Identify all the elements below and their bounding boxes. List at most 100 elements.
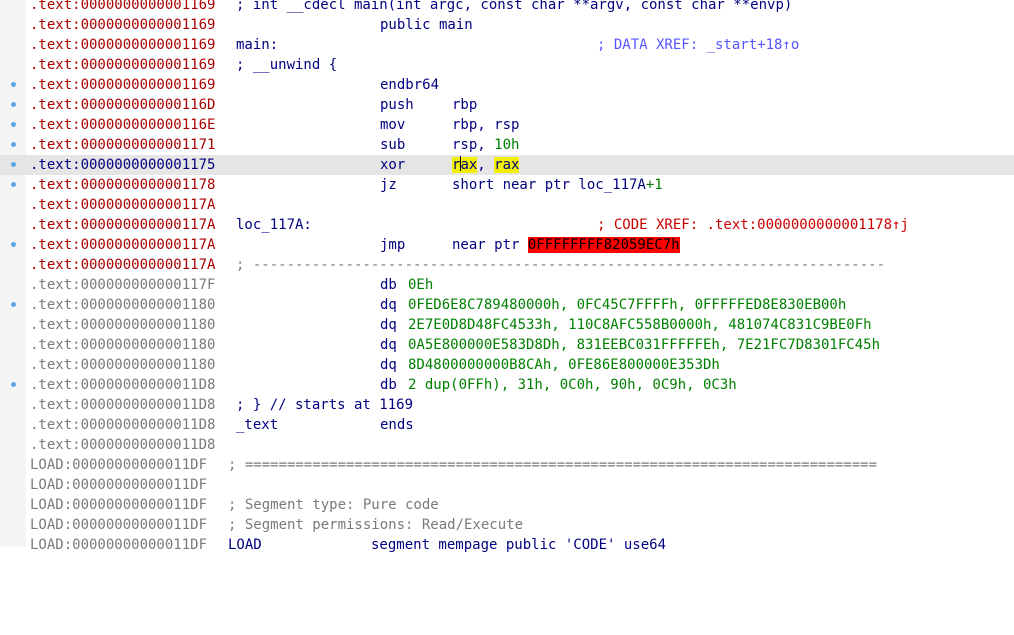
label-loc-117a[interactable]: loc_117A: [236, 215, 312, 235]
function-prototype-comment: ; int __cdecl main(int argc, const char … [236, 0, 793, 13]
data-directive: dq [380, 357, 397, 373]
listing-line[interactable]: .text:0000000000001180 dq 0A5E800000E583… [0, 335, 1014, 355]
listing-line[interactable]: .text:000000000000117A ; ---------------… [0, 255, 1014, 275]
invalid-target-address[interactable]: 0FFFFFFFF82059EC7h [527, 237, 680, 253]
listing-line[interactable]: .text:00000000000011D8 [0, 435, 1014, 455]
data-values: 2 dup(0FFh), 31h, 0C0h, 90h, 0C9h, 0C3h [408, 377, 737, 393]
line-address: .text:000000000000117A [30, 217, 216, 233]
line-address: .text:000000000000117A [30, 257, 216, 273]
listing-line[interactable]: .text:0000000000001171 sub rsp, 10h [0, 135, 1014, 155]
breakpoint-dot-icon[interactable] [11, 302, 16, 307]
data-directive: db [380, 277, 397, 293]
listing-line[interactable]: .text:000000000000117A loc_117A: ; CODE … [0, 215, 1014, 235]
segment-permissions-comment: ; Segment permissions: Read/Execute [228, 517, 524, 533]
data-directive: dq [380, 297, 397, 313]
data-values: 0A5E800000E583D8Dh, 831EEBC031FFFFFEh, 7… [408, 337, 881, 353]
breakpoint-dot-icon[interactable] [11, 382, 16, 387]
data-directive: db [380, 377, 397, 393]
listing-line[interactable]: .text:0000000000001169 endbr64 [0, 75, 1014, 95]
line-address: LOAD:00000000000011DF [30, 457, 208, 473]
segment-ends-directive: ends [380, 417, 414, 433]
listing-line[interactable]: .text:0000000000001169 main: ; DATA XREF… [0, 35, 1014, 55]
line-address: .text:000000000000117F [30, 277, 216, 293]
segment-name[interactable]: _text [236, 415, 278, 435]
listing-line[interactable]: .text:0000000000001180 dq 2E7E0D8D48FC45… [0, 315, 1014, 335]
breakpoint-dot-icon[interactable] [11, 182, 16, 187]
listing-line[interactable]: .text:0000000000001169 ; int __cdecl mai… [0, 0, 1014, 15]
line-address: .text:0000000000001171 [30, 137, 216, 153]
unwind-end-marker: ; } // starts at 1169 [236, 397, 414, 413]
line-address: .text:0000000000001180 [30, 297, 216, 313]
line-address: .text:00000000000011D8 [30, 417, 216, 433]
data-xref-comment[interactable]: ; DATA XREF: _start+18↑o [597, 35, 799, 55]
line-address: .text:000000000000117A [30, 237, 216, 253]
breakpoint-dot-icon[interactable] [11, 102, 16, 107]
listing-line[interactable]: .text:000000000000117A jmp near ptr 0FFF… [0, 235, 1014, 255]
listing-line[interactable]: .text:0000000000001169 public main [0, 15, 1014, 35]
breakpoint-dot-icon[interactable] [11, 162, 16, 167]
line-address: LOAD:00000000000011DF [30, 477, 208, 493]
listing-line[interactable]: LOAD:00000000000011DF LOAD segment mempa… [0, 535, 1014, 555]
listing-line[interactable]: .text:0000000000001180 dq 8D4800000000B8… [0, 355, 1014, 375]
code-xref-comment[interactable]: ; CODE XREF: .text:0000000000001178↑j [597, 215, 909, 235]
listing-line[interactable]: .text:000000000000116D push rbp [0, 95, 1014, 115]
listing-line[interactable]: .text:0000000000001178 jz short near ptr… [0, 175, 1014, 195]
segment-directive: segment mempage public 'CODE' use64 [371, 537, 667, 553]
line-address: .text:0000000000001178 [30, 177, 216, 193]
listing-line[interactable]: .text:00000000000011D8 ; } // starts at … [0, 395, 1014, 415]
data-values: 0FED6E8C789480000h, 0FC45C7FFFFh, 0FFFFF… [408, 297, 847, 313]
operand-register[interactable]: rsp, [452, 137, 494, 153]
listing-line[interactable]: LOAD:00000000000011DF [0, 475, 1014, 495]
listing-line[interactable]: .text:000000000000117A [0, 195, 1014, 215]
line-address: LOAD:00000000000011DF [30, 537, 208, 553]
listing-line[interactable]: .text:000000000000117F db 0Eh [0, 275, 1014, 295]
data-directive: dq [380, 317, 397, 333]
listing-line[interactable]: .text:0000000000001169 ; __unwind { [0, 55, 1014, 75]
listing-line[interactable]: .text:00000000000011D8 db 2 dup(0FFh), 3… [0, 375, 1014, 395]
operand-register-highlighted[interactable]: rax [452, 156, 478, 173]
instruction-operands: short near ptr loc_117A+1 [452, 175, 663, 195]
instruction-operands: rbp [452, 97, 478, 113]
segment-separator-line: ; ======================================… [228, 457, 878, 473]
line-address: .text:0000000000001169 [30, 17, 216, 33]
instruction-mnemonic: mov [380, 117, 406, 133]
listing-line[interactable]: .text:000000000000116E mov rbp, rsp [0, 115, 1014, 135]
instruction-operands: rsp, 10h [452, 135, 519, 155]
line-address: .text:00000000000011D8 [30, 397, 216, 413]
breakpoint-dot-icon[interactable] [11, 122, 16, 127]
instruction-operands: near ptr 0FFFFFFFF82059EC7h [452, 235, 680, 255]
current-listing-line[interactable]: .text:0000000000001175 xor rax, rax [0, 155, 1014, 175]
listing-line[interactable]: LOAD:00000000000011DF ; ================… [0, 455, 1014, 475]
line-address: .text:00000000000011D8 [30, 437, 216, 453]
breakpoint-dot-icon[interactable] [11, 82, 16, 87]
line-address: .text:000000000000116D [30, 97, 216, 113]
label-main[interactable]: main: [236, 35, 278, 55]
operand-register-highlighted[interactable]: rax [494, 157, 520, 173]
operand-separator: , [477, 157, 495, 173]
instruction-mnemonic: xor [380, 157, 406, 173]
line-address: .text:00000000000011D8 [30, 377, 216, 393]
data-values: 8D4800000000B8CAh, 0FE86E800000E353Dh [408, 357, 720, 373]
line-address: .text:000000000000116E [30, 117, 216, 133]
operand-immediate: +1 [645, 177, 663, 193]
listing-line[interactable]: .text:00000000000011D8 _text ends [0, 415, 1014, 435]
disassembly-listing[interactable]: .text:0000000000001169 ; int __cdecl mai… [0, 0, 1014, 555]
breakpoint-dot-icon[interactable] [11, 142, 16, 147]
segment-name[interactable]: LOAD [228, 535, 262, 555]
data-values: 2E7E0D8D48FC4533h, 110C8AFC558B0000h, 48… [408, 317, 872, 333]
instruction-operands: rbp, rsp [452, 117, 520, 133]
listing-line[interactable]: LOAD:00000000000011DF ; Segment type: Pu… [0, 495, 1014, 515]
instruction-mnemonic: jz [380, 177, 397, 193]
instruction-operands: rax, rax [452, 155, 520, 175]
line-address: .text:0000000000001175 [30, 157, 216, 173]
listing-line[interactable]: .text:0000000000001180 dq 0FED6E8C789480… [0, 295, 1014, 315]
line-address: .text:0000000000001169 [30, 37, 216, 53]
breakpoint-dot-icon[interactable] [11, 242, 16, 247]
line-address: .text:0000000000001169 [30, 77, 216, 93]
line-address: LOAD:00000000000011DF [30, 517, 208, 533]
line-address: .text:0000000000001180 [30, 357, 216, 373]
jump-target-ref[interactable]: short near ptr loc_117A [452, 177, 646, 193]
data-values: 0Eh [408, 277, 434, 293]
listing-line[interactable]: LOAD:00000000000011DF ; Segment permissi… [0, 515, 1014, 535]
instruction-mnemonic: sub [380, 137, 406, 153]
